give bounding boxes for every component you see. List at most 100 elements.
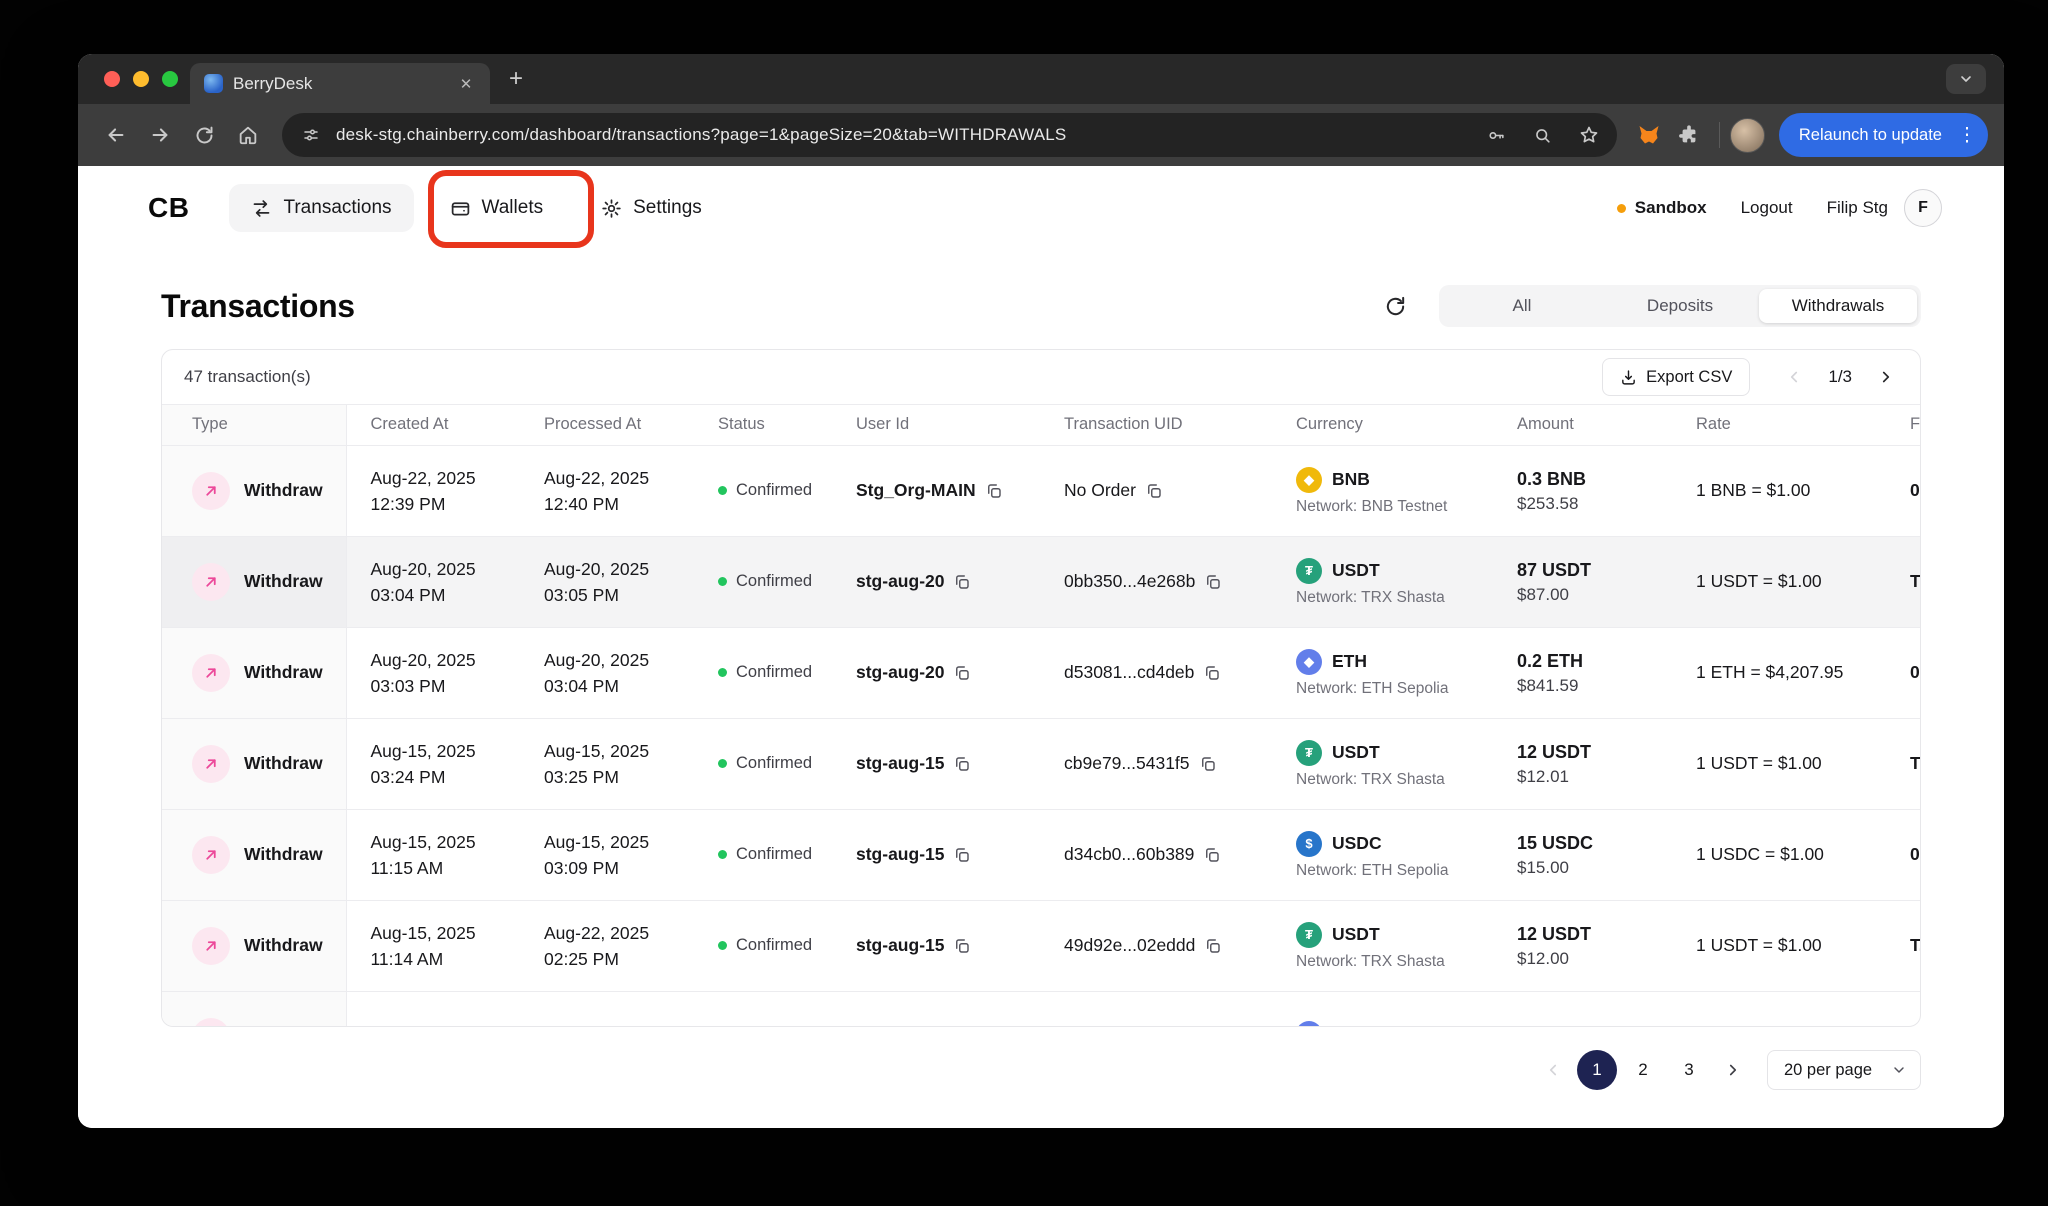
copy-icon[interactable] — [953, 846, 971, 864]
user-avatar[interactable]: F — [1904, 189, 1942, 227]
environment-label: Sandbox — [1635, 198, 1707, 218]
tab-withdrawals[interactable]: Withdrawals — [1759, 289, 1917, 323]
nav-label-wallets: Wallets — [482, 197, 544, 219]
close-window-button[interactable] — [104, 71, 120, 87]
amount-usd: $12.01 — [1517, 767, 1672, 787]
table-row[interactable]: Withdraw Aug-20, 2025 03:03 PM Aug-20, 2… — [162, 627, 1921, 718]
refresh-button[interactable] — [1375, 286, 1415, 326]
page-button-2[interactable]: 2 — [1623, 1050, 1663, 1090]
logout-button[interactable]: Logout — [1741, 198, 1793, 218]
copy-icon[interactable] — [953, 664, 971, 682]
extensions-puzzle-icon[interactable] — [1669, 115, 1709, 155]
table-row[interactable]: Withdraw Aug-20, 2025 03:04 PM Aug-20, 2… — [162, 536, 1921, 627]
copy-icon[interactable] — [1145, 482, 1163, 500]
table-header-row: Type Created At Processed At Status User… — [162, 405, 1921, 445]
browser-tab-strip: BerryDesk ✕ + — [78, 54, 2004, 104]
pagination-prev-button[interactable] — [1535, 1052, 1571, 1088]
copy-icon[interactable] — [985, 482, 1003, 500]
reload-button[interactable] — [182, 113, 226, 157]
home-button[interactable] — [226, 113, 270, 157]
created-date: Aug-15, 2025 — [371, 1024, 521, 1027]
created-time: 11:14 AM — [371, 946, 521, 972]
copy-icon[interactable] — [953, 573, 971, 591]
page-size-select[interactable]: 20 per page — [1767, 1050, 1921, 1090]
table-row[interactable]: Withdraw Aug-15, 2025 03:24 PM Aug-15, 2… — [162, 718, 1921, 809]
transactions-card: 47 transaction(s) Export CSV 1/3 — [161, 349, 1921, 1027]
copy-icon[interactable] — [1203, 664, 1221, 682]
table-row[interactable]: Withdraw Aug-15, 2025 Aug-20, 2025 — [162, 991, 1921, 1027]
passwords-key-icon[interactable] — [1479, 117, 1515, 153]
amount-value: 15 USDC — [1517, 831, 1672, 855]
header-right: Sandbox Logout Filip Stg F — [1617, 189, 1942, 227]
copy-icon[interactable] — [953, 755, 971, 773]
user-id: stg-aug-15 — [856, 844, 944, 865]
copy-icon[interactable] — [1199, 755, 1217, 773]
pagination-next-button[interactable] — [1715, 1052, 1751, 1088]
from-address: 0x — [1886, 809, 1921, 900]
currency-symbol: BNB — [1332, 469, 1370, 490]
user-menu[interactable]: Filip Stg F — [1827, 189, 1942, 227]
prev-page-button[interactable] — [1782, 365, 1806, 389]
transaction-uid: 49d92e...02eddd — [1064, 935, 1195, 956]
copy-icon[interactable] — [953, 937, 971, 955]
currency-symbol: USDT — [1332, 560, 1380, 581]
currency-symbol: ETH — [1332, 1023, 1367, 1027]
relaunch-to-update-button[interactable]: Relaunch to update ⋮ — [1779, 113, 1988, 157]
metamask-extension-icon[interactable] — [1629, 115, 1669, 155]
cb-logo[interactable]: CB — [148, 192, 189, 224]
zoom-search-icon[interactable] — [1525, 117, 1561, 153]
chevron-right-icon — [1724, 1061, 1742, 1079]
new-tab-button[interactable]: + — [500, 63, 532, 95]
copy-icon[interactable] — [1204, 937, 1222, 955]
table-row[interactable]: Withdraw Aug-15, 2025 11:14 AM Aug-22, 2… — [162, 900, 1921, 991]
currency-network: Network: ETH Sepolia — [1296, 863, 1493, 879]
copy-icon[interactable] — [1203, 846, 1221, 864]
currency-symbol: USDC — [1332, 833, 1382, 854]
main-content: Transactions All Deposits Withdrawals 47… — [78, 250, 2004, 1128]
processed-time: 12:40 PM — [544, 491, 694, 517]
type-label: Withdraw — [244, 480, 323, 501]
tab-search-button[interactable] — [1946, 64, 1986, 94]
back-button[interactable] — [94, 113, 138, 157]
page-button-3[interactable]: 3 — [1669, 1050, 1709, 1090]
transaction-uid: d34cb0...60b389 — [1064, 844, 1194, 865]
site-info-icon[interactable] — [296, 120, 326, 150]
processed-date: Aug-20, 2025 — [544, 1024, 694, 1027]
amount-usd: $87.00 — [1517, 585, 1672, 605]
chevron-right-icon — [1877, 368, 1895, 386]
table-row[interactable]: Withdraw Aug-22, 2025 12:39 PM Aug-22, 2… — [162, 445, 1921, 536]
table-row[interactable]: Withdraw Aug-15, 2025 11:15 AM Aug-15, 2… — [162, 809, 1921, 900]
browser-profile-avatar[interactable] — [1730, 118, 1765, 153]
nav-item-settings[interactable]: Settings — [579, 184, 724, 232]
next-page-button[interactable] — [1874, 365, 1898, 389]
environment-badge: Sandbox — [1617, 198, 1707, 218]
url-text[interactable]: desk-stg.chainberry.com/dashboard/transa… — [336, 125, 1469, 145]
from-address: TP — [1886, 718, 1921, 809]
withdraw-arrow-icon — [192, 836, 230, 874]
amount-usd: $253.58 — [1517, 494, 1672, 514]
bookmark-star-icon[interactable] — [1571, 117, 1607, 153]
forward-button[interactable] — [138, 113, 182, 157]
page-button-1[interactable]: 1 — [1577, 1050, 1617, 1090]
type-label: Withdraw — [244, 844, 323, 865]
minimize-window-button[interactable] — [133, 71, 149, 87]
transaction-uid: 0bb350...4e268b — [1064, 571, 1195, 592]
gear-icon — [601, 198, 622, 219]
nav-item-transactions[interactable]: Transactions — [229, 184, 413, 232]
url-bar[interactable]: desk-stg.chainberry.com/dashboard/transa… — [282, 113, 1617, 157]
from-address: 0x — [1886, 445, 1921, 536]
withdraw-arrow-icon — [192, 472, 230, 510]
export-csv-button[interactable]: Export CSV — [1602, 358, 1750, 396]
withdraw-arrow-icon — [192, 745, 230, 783]
copy-icon[interactable] — [1204, 573, 1222, 591]
zoom-window-button[interactable] — [162, 71, 178, 87]
tab-all[interactable]: All — [1443, 289, 1601, 323]
nav-item-wallets[interactable]: Wallets — [428, 184, 566, 232]
browser-tab[interactable]: BerryDesk ✕ — [190, 63, 490, 104]
transactions-table: Type Created At Processed At Status User… — [162, 405, 1921, 1027]
status-dot-icon — [718, 486, 727, 495]
tab-close-icon[interactable]: ✕ — [454, 72, 478, 96]
tab-deposits[interactable]: Deposits — [1601, 289, 1759, 323]
kebab-menu-icon[interactable]: ⋮ — [1954, 119, 1980, 151]
rate-value: 1 ETH = $4,207.95 — [1672, 627, 1886, 718]
